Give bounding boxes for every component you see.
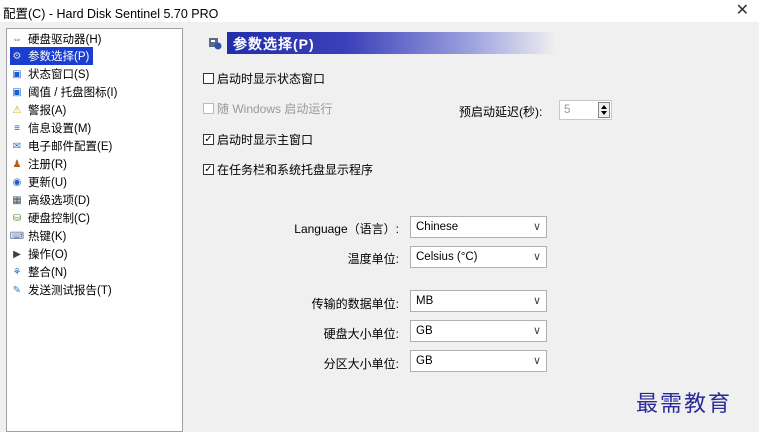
sidebar-item-label: 信息设置(M) [28, 123, 92, 135]
sidebar-item-preferences[interactable]: ⚙ 参数选择(P) [10, 47, 94, 65]
sidebar-item-label: 更新(U) [28, 177, 67, 189]
sidebar-item-threshold-tray[interactable]: ▣ 阈值 / 托盘图标(I) [10, 83, 117, 101]
watermark: 最需教育 [636, 392, 733, 417]
sidebar-item-hotkeys[interactable]: ⌨ 热键(K) [9, 227, 67, 245]
chevron-down-icon: ∨ [532, 325, 541, 337]
show-in-taskbar-checkbox[interactable]: ✓ 在任务栏和系统托盘显示程序 [203, 161, 373, 178]
sidebar-item-label: 电子邮件配置(E) [28, 141, 113, 153]
sidebar-item-label: 高级选项(D) [28, 195, 90, 207]
show-status-window-checkbox[interactable]: 启动时显示状态窗口 [203, 70, 325, 87]
info-doc-icon: ≡ [14, 122, 20, 134]
select-value: Chinese [416, 221, 459, 233]
checkbox-box[interactable] [203, 103, 214, 114]
chevron-down-icon: ∨ [532, 295, 541, 307]
update-globe-icon: ◉ [12, 176, 22, 188]
sidebar-item-label: 热键(K) [28, 231, 67, 243]
sidebar-item-label: 注册(R) [28, 159, 67, 171]
actions-icon: ▶ [13, 248, 21, 260]
sidebar: ⇔ 硬盘驱动器(H) ⚙ 参数选择(P) ▣ 状态窗口(S) ▣ 阈值 / 托盘图标(I… [6, 28, 183, 432]
chevron-down-icon: ∨ [532, 355, 541, 367]
checkbox-label: 随 Windows 启动运行 [217, 102, 333, 116]
sidebar-item-email-config[interactable]: ✉ 电子邮件配置(E) [10, 137, 113, 155]
temperature-unit-select[interactable]: Celsius (°C) ∨ [410, 246, 547, 268]
sidebar-item-label: 状态窗口(S) [28, 69, 90, 81]
close-icon[interactable]: ✕ [736, 0, 749, 22]
sidebar-item-alerts[interactable]: ⚠ 警报(A) [10, 101, 67, 119]
select-value: GB [416, 355, 433, 367]
sidebar-item-info-settings[interactable]: ≡ 信息设置(M) [10, 119, 91, 137]
sidebar-item-label: 参数选择(P) [28, 51, 90, 63]
checkbox-box[interactable]: ✓ [203, 164, 214, 175]
window-icon: ▣ [12, 68, 22, 80]
sidebar-item-actions[interactable]: ▶ 操作(O) [10, 245, 68, 263]
sidebar-item-label: 操作(O) [28, 249, 68, 261]
data-unit-label: 传输的数据单位: [311, 297, 399, 311]
language-label: Language（语言）: [294, 222, 399, 236]
sidebar-item-label: 硬盘控制(C) [28, 213, 90, 225]
integration-icon: ⚘ [12, 266, 22, 278]
disk-size-unit-select[interactable]: GB ∨ [410, 320, 547, 342]
sidebar-item-send-report[interactable]: ✎ 发送测试报告(T) [10, 281, 112, 299]
temperature-unit-label: 温度单位: [347, 252, 399, 266]
partition-size-unit-select[interactable]: GB ∨ [410, 350, 547, 372]
sidebar-item-disk-drives[interactable]: ⇔ 硬盘驱动器(H) [10, 30, 101, 48]
spin-down-icon[interactable] [601, 111, 607, 115]
sidebar-item-label: 警报(A) [28, 105, 67, 117]
sidebar-item-status-window[interactable]: ▣ 状态窗口(S) [10, 65, 89, 83]
checkbox-box[interactable]: ✓ [203, 134, 214, 145]
title-bar: 配置(C) - Hard Disk Sentinel 5.70 PRO ✕ [0, 0, 759, 22]
disk-control-icon: ⛁ [12, 212, 22, 224]
sidebar-item-update[interactable]: ◉ 更新(U) [10, 173, 67, 191]
disk-size-unit-label: 硬盘大小单位: [323, 327, 399, 341]
spin-up-icon[interactable] [601, 105, 607, 109]
chevron-down-icon: ∨ [532, 221, 541, 233]
sidebar-item-register[interactable]: ♟ 注册(R) [10, 155, 67, 173]
startup-delay-value[interactable]: 5 [564, 104, 570, 116]
select-value: Celsius (°C) [416, 251, 478, 263]
partition-size-unit-label: 分区大小单位: [323, 357, 399, 371]
startup-delay-spinner[interactable]: 5 [559, 100, 612, 120]
email-icon: ✉ [12, 140, 22, 152]
sidebar-item-label: 发送测试报告(T) [28, 285, 112, 297]
warning-icon: ⚠ [12, 104, 22, 116]
checkbox-box[interactable] [203, 73, 214, 84]
language-select[interactable]: Chinese ∨ [410, 216, 547, 238]
hotkey-icon: ⌨ [9, 230, 25, 242]
sidebar-item-advanced[interactable]: ▦ 高级选项(D) [10, 191, 90, 209]
preferences-panel: 参数选择(P) 启动时显示状态窗口 随 Windows 启动运行 预启动延迟(秒… [190, 28, 759, 432]
page-title: 参数选择(P) [233, 36, 315, 52]
select-value: MB [416, 295, 434, 307]
advanced-icon: ▦ [12, 194, 22, 206]
register-icon: ♟ [12, 158, 22, 170]
send-report-icon: ✎ [12, 284, 22, 296]
sidebar-item-label: 阈值 / 托盘图标(I) [28, 87, 118, 99]
run-with-windows-checkbox[interactable]: 随 Windows 启动运行 [203, 100, 332, 117]
checkbox-label: 启动时显示主窗口 [217, 133, 314, 147]
sidebar-item-label: 整合(N) [28, 267, 67, 279]
select-value: GB [416, 325, 433, 337]
data-unit-select[interactable]: MB ∨ [410, 290, 547, 312]
disk-drive-icon: ⇔ [12, 33, 22, 45]
chevron-down-icon: ∨ [532, 251, 541, 263]
sidebar-item-integration[interactable]: ⚘ 整合(N) [10, 263, 67, 281]
window-title: 配置(C) - Hard Disk Sentinel 5.70 PRO [3, 7, 219, 21]
checkbox-label: 在任务栏和系统托盘显示程序 [217, 163, 374, 177]
section-header: 参数选择(P) [203, 32, 557, 54]
sidebar-item-label: 硬盘驱动器(H) [28, 34, 102, 46]
tray-icon: ▣ [12, 86, 22, 98]
preferences-icon [203, 32, 227, 54]
preferences-icon: ⚙ [12, 50, 22, 62]
spinner-buttons[interactable] [598, 102, 610, 118]
checkbox-label: 启动时显示状态窗口 [217, 72, 326, 86]
show-main-window-checkbox[interactable]: ✓ 启动时显示主窗口 [203, 131, 313, 148]
sidebar-item-disk-control[interactable]: ⛁ 硬盘控制(C) [10, 209, 90, 227]
startup-delay-label: 预启动延迟(秒): [459, 105, 543, 119]
